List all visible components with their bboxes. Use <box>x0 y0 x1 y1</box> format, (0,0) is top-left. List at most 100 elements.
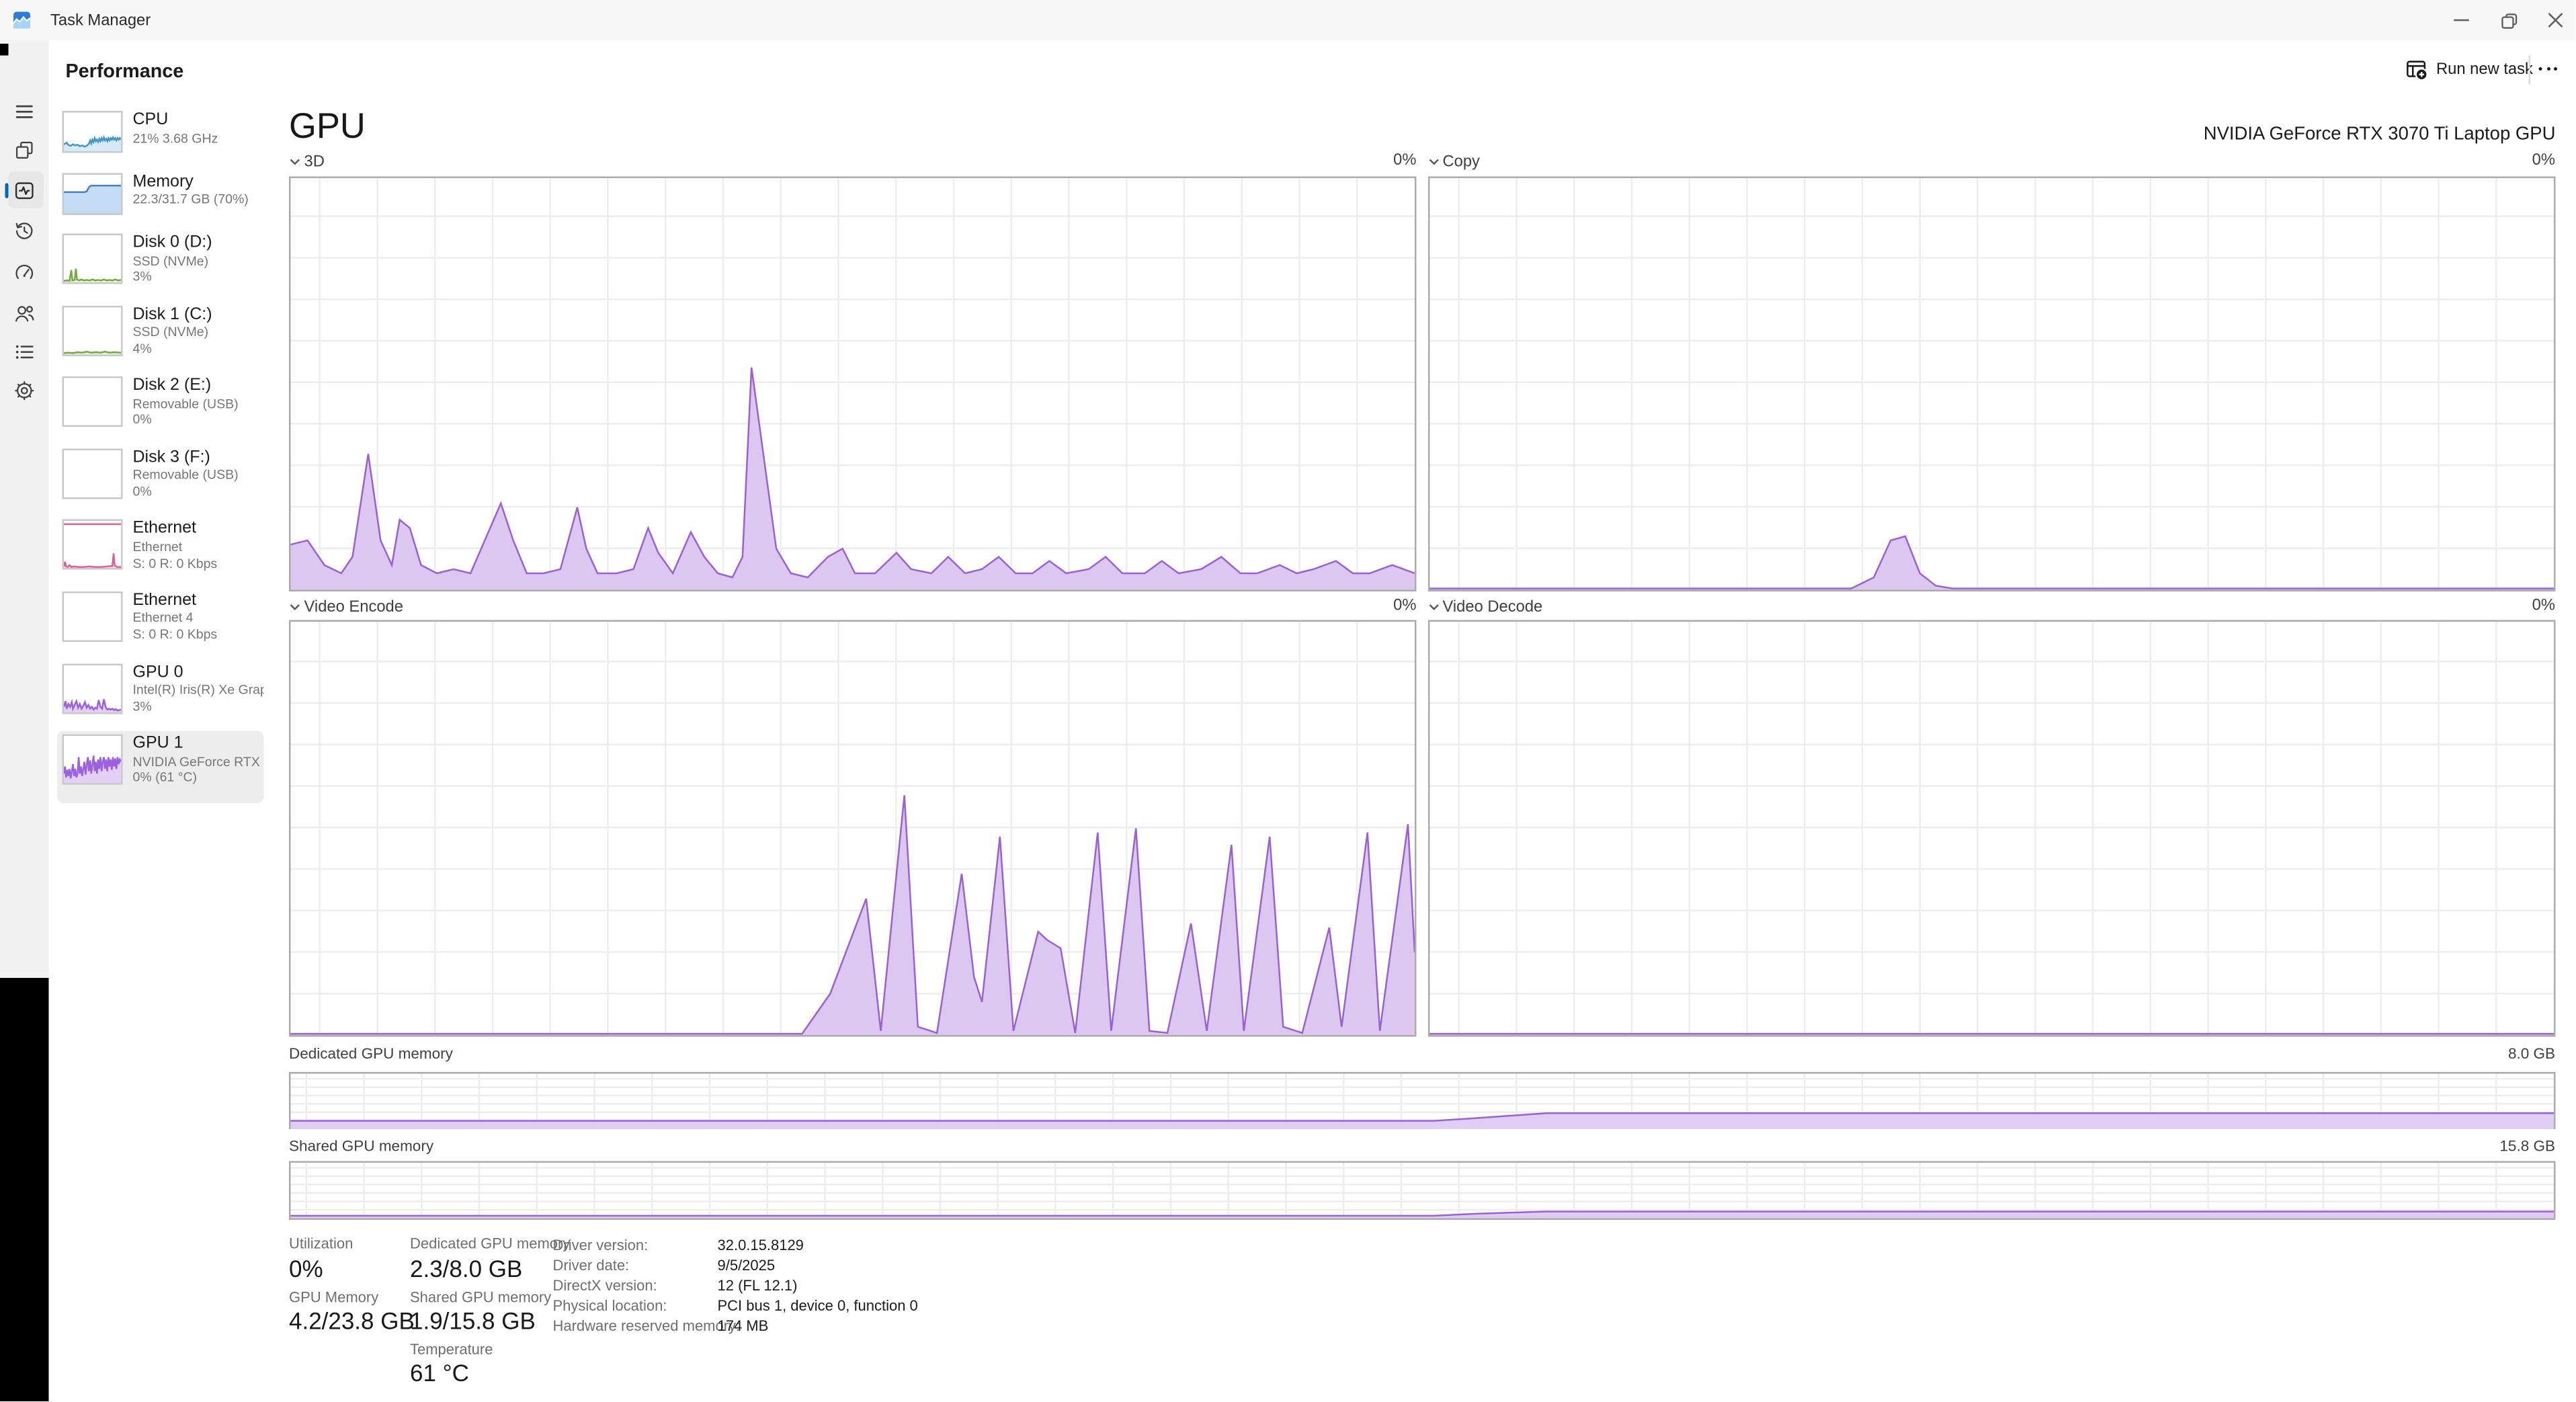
disk2-thumbnail-chart <box>63 376 123 427</box>
disk3-thumbnail-chart <box>63 448 123 499</box>
directx-version-value: 12 (FL 12.1) <box>718 1277 798 1294</box>
device-detail: Intel(R) Iris(R) Xe Graphi <box>133 682 264 698</box>
directx-version-label: DirectX version: <box>553 1277 657 1294</box>
gpu-device-name: NVIDIA GeForce RTX 3070 Ti Laptop GPU <box>1512 124 2556 145</box>
chart-copy <box>1427 176 2555 591</box>
close-icon[interactable] <box>2532 0 2576 40</box>
title-bar[interactable]: Task Manager <box>0 0 2576 40</box>
device-value: 0% <box>133 484 239 500</box>
window-title: Task Manager <box>50 11 151 30</box>
device-item-gpu1-selected[interactable]: GPU 1 NVIDIA GeForce RTX 30 0% (61 °C) <box>57 731 264 802</box>
chart-video-encode <box>289 620 1417 1037</box>
temperature-label: Temperature <box>410 1340 493 1357</box>
device-item-cpu[interactable]: CPU 21% 3.68 GHz <box>57 108 264 169</box>
driver-version-label: Driver version: <box>553 1237 649 1253</box>
temperature-value: 61 °C <box>410 1360 469 1387</box>
chart-shared-memory <box>289 1161 2555 1221</box>
dedicated-memory-stat-label: Dedicated GPU memory <box>410 1235 570 1252</box>
ellipsis-menu-icon[interactable] <box>2539 67 2558 71</box>
chart-dedicated-memory <box>289 1071 2555 1129</box>
device-item-disk0[interactable]: Disk 0 (D:) SSD (NVMe) 3% <box>57 231 264 302</box>
restore-button[interactable] <box>2485 0 2532 40</box>
chart-header-video-decode[interactable]: Video Decode <box>1427 597 1542 617</box>
device-detail: SSD (NVMe) <box>133 253 212 269</box>
performance-icon[interactable] <box>13 179 36 201</box>
device-detail: Ethernet 4 <box>133 611 218 627</box>
memory-thumbnail-chart <box>63 172 123 214</box>
chart-header-3d[interactable]: 3D <box>289 151 325 171</box>
device-item-disk2[interactable]: Disk 2 (E:) Removable (USB) 0% <box>57 373 264 444</box>
task-manager-window: Task Manager <box>0 0 2576 1402</box>
device-item-memory[interactable]: Memory 22.3/31.7 GB (70%) <box>57 169 264 230</box>
device-title: Ethernet <box>133 520 218 539</box>
chart-header-video-encode[interactable]: Video Encode <box>289 597 403 617</box>
device-title: GPU 0 <box>133 663 264 682</box>
device-item-ethernet1[interactable]: Ethernet Ethernet S: 0 R: 0 Kbps <box>57 516 264 587</box>
device-value: 3% <box>133 699 264 715</box>
startup-apps-icon[interactable] <box>13 262 36 284</box>
device-detail: 22.3/31.7 GB (70%) <box>133 192 249 208</box>
nav-accent-pill <box>4 182 7 198</box>
dedicated-memory-max: 8.0 GB <box>2454 1045 2555 1062</box>
chart-header-copy[interactable]: Copy <box>1427 151 1480 171</box>
device-item-disk3[interactable]: Disk 3 (F:) Removable (USB) 0% <box>57 445 264 516</box>
chart-label: 3D <box>304 152 325 171</box>
details-icon[interactable] <box>13 340 36 362</box>
gpu-memory-value: 4.2/23.8 GB <box>289 1307 415 1334</box>
utilization-label: Utilization <box>289 1235 353 1252</box>
task-manager-app-icon <box>13 11 30 28</box>
device-detail: SSD (NVMe) <box>133 325 212 341</box>
chart-value-video-decode: 0% <box>2488 597 2555 616</box>
driver-date-value: 9/5/2025 <box>718 1257 776 1274</box>
hardware-reserved-memory-label: Hardware reserved memory: <box>553 1317 741 1334</box>
chart-label: Video Encode <box>304 597 404 616</box>
device-title: Disk 2 (E:) <box>133 376 239 396</box>
device-detail: 21% 3.68 GHz <box>133 130 218 147</box>
device-item-gpu0[interactable]: GPU 0 Intel(R) Iris(R) Xe Graphi 3% <box>57 659 264 731</box>
app-history-icon[interactable] <box>13 220 36 243</box>
hardware-reserved-memory-value: 174 MB <box>718 1317 769 1334</box>
device-item-ethernet2[interactable]: Ethernet Ethernet 4 S: 0 R: 0 Kbps <box>57 588 264 659</box>
device-item-disk1[interactable]: Disk 1 (C:) SSD (NVMe) 4% <box>57 302 264 373</box>
gpu-page-title: GPU <box>289 108 366 148</box>
run-new-task-button[interactable]: Run new task <box>2406 56 2533 85</box>
gpu-memory-label: GPU Memory <box>289 1288 378 1305</box>
device-value: 0% <box>133 413 239 429</box>
services-gear-icon[interactable] <box>13 379 36 401</box>
chevron-down-icon <box>289 157 301 166</box>
run-new-task-label: Run new task <box>2436 60 2533 79</box>
physical-location-value: PCI bus 1, device 0, function 0 <box>718 1297 918 1314</box>
device-title: CPU <box>133 111 218 130</box>
driver-version-value: 32.0.15.8129 <box>718 1237 804 1253</box>
screen: Task Manager <box>0 0 2576 1402</box>
shared-memory-stat-label: Shared GPU memory <box>410 1288 551 1305</box>
shared-memory-label: Shared GPU memory <box>289 1137 433 1153</box>
minimize-button[interactable] <box>2438 0 2485 40</box>
chevron-down-icon <box>1427 602 1440 611</box>
dedicated-memory-label: Dedicated GPU memory <box>289 1045 453 1062</box>
utilization-value: 0% <box>289 1254 323 1281</box>
black-notch <box>0 44 8 55</box>
device-title: Disk 0 (D:) <box>133 234 212 253</box>
device-title: Disk 1 (C:) <box>133 305 212 325</box>
disk0-thumbnail-chart <box>63 234 123 284</box>
chart-video-decode <box>1427 620 2555 1037</box>
chart-3d <box>289 176 1417 591</box>
device-value: 3% <box>133 270 212 286</box>
device-title: Ethernet <box>133 591 218 611</box>
chevron-down-icon <box>289 602 301 611</box>
device-value: 4% <box>133 341 212 357</box>
hamburger-menu-icon[interactable] <box>13 101 36 123</box>
users-icon[interactable] <box>13 302 36 324</box>
disk1-thumbnail-chart <box>63 305 123 356</box>
run-new-task-icon <box>2406 59 2428 81</box>
device-detail: Removable (USB) <box>133 396 239 412</box>
chevron-down-icon <box>1427 157 1440 166</box>
device-value: S: 0 R: 0 Kbps <box>133 627 218 643</box>
device-title: GPU 1 <box>133 735 264 754</box>
nav-rail <box>0 40 49 978</box>
cpu-thumbnail-chart <box>63 111 123 153</box>
device-detail: Removable (USB) <box>133 468 239 484</box>
dedicated-memory-stat-value: 2.3/8.0 GB <box>410 1254 522 1281</box>
processes-icon[interactable] <box>13 140 36 162</box>
